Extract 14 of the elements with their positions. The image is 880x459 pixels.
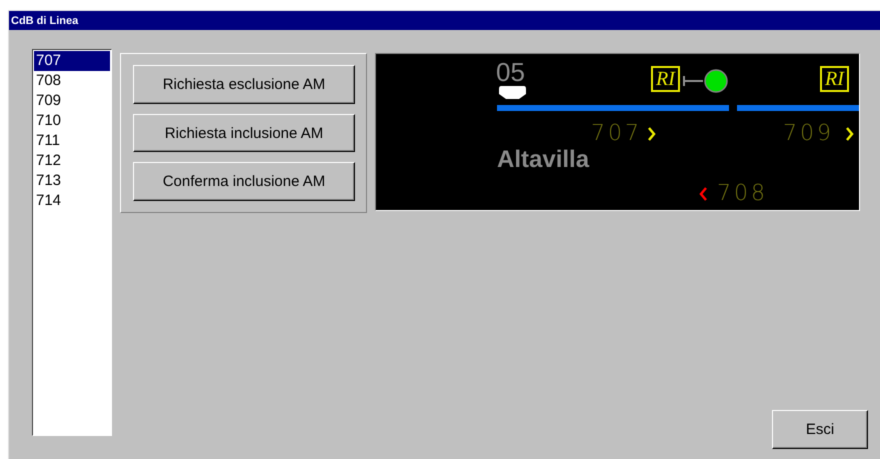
list-item[interactable]: 707: [34, 51, 110, 71]
exit-button[interactable]: Esci: [772, 410, 868, 449]
route-label: RI: [651, 66, 680, 92]
platform-marker-icon: [499, 86, 526, 99]
track-number: 708: [717, 182, 768, 206]
platform-number: 05: [496, 59, 525, 85]
window-title: CdB di Linea: [9, 11, 880, 30]
track-number: 707: [591, 122, 642, 146]
station-name: Altavilla: [497, 146, 590, 174]
action-button[interactable]: Richiesta inclusione AM: [133, 114, 355, 152]
action-button[interactable]: Conferma inclusione AM: [133, 162, 355, 202]
action-button[interactable]: Richiesta esclusione AM: [133, 65, 355, 104]
route-label: RI: [820, 66, 849, 92]
track-number: 709: [783, 122, 834, 146]
